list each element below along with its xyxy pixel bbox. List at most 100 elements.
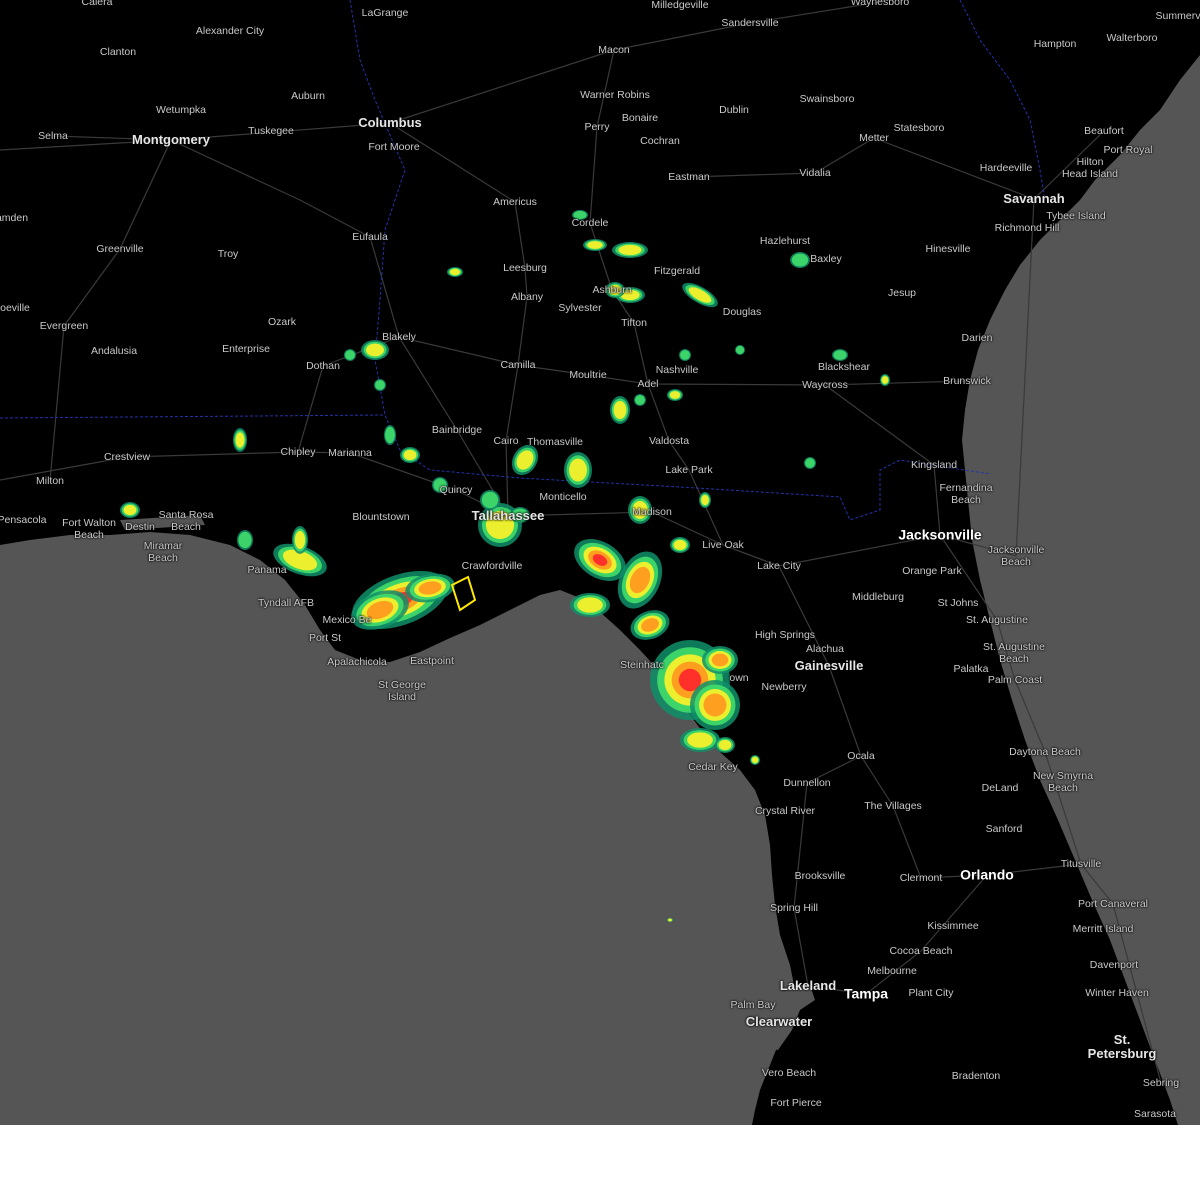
road [297, 365, 324, 453]
city-label: Beaufort [1084, 125, 1124, 137]
city-label: Port St [308, 632, 342, 644]
city-label: Port Canaveral [1077, 898, 1149, 910]
radar-cell [687, 732, 713, 748]
city-label: St George Island [378, 679, 426, 703]
city-label: Cedar Key [688, 761, 738, 773]
radar-cell [791, 253, 809, 267]
city-label: Walterboro [1106, 32, 1158, 44]
city-label: Perry [584, 121, 610, 133]
radar-cell [668, 918, 672, 922]
radar-cell [238, 531, 252, 549]
radar-cell [613, 401, 627, 419]
city-label: Tallahassee [471, 508, 545, 523]
city-label: Bradenton [951, 1070, 1001, 1082]
city-label: Palatka [953, 663, 989, 675]
city-label: Brooksville [794, 870, 846, 882]
radar-cell [635, 395, 645, 405]
radar-cell [680, 350, 690, 360]
city-label: Ashburn [592, 284, 632, 296]
city-label: Troy [217, 248, 239, 260]
city-label: Evergreen [39, 320, 89, 332]
city-label: Greenville [96, 243, 144, 255]
city-label: Kingsland [910, 459, 958, 471]
city-label: Lakeland [779, 978, 837, 993]
city-label: Enterprise [222, 343, 270, 355]
city-label: Hampton [1033, 38, 1077, 50]
city-label: Hilton Head Island [1061, 156, 1119, 180]
radar-cell [751, 756, 759, 764]
warning-polygon[interactable] [450, 575, 477, 612]
city-label: Baxley [810, 253, 842, 265]
city-label: Fort Walton Beach [62, 517, 116, 541]
city-label: Montgomery [132, 132, 210, 147]
radar-cell [669, 391, 681, 399]
city-label: Crawfordville [461, 560, 523, 572]
radar-map[interactable]: Calera LaGrange Milledgeville Waynesboro Sum… [0, 0, 1200, 1125]
city-label: Moultrie [569, 369, 607, 381]
radar-cell [449, 268, 461, 276]
city-label: Columbus [358, 115, 422, 130]
city-label: Statesboro [893, 122, 945, 134]
radar-cell [711, 653, 729, 667]
city-label: High Springs [754, 629, 816, 641]
city-label: Hardeeville [979, 162, 1033, 174]
city-label: Crystal River [754, 805, 816, 817]
city-label: Nashville [655, 364, 699, 376]
city-label: Metter [859, 132, 889, 144]
radar-cell [366, 343, 384, 357]
city-label: Valdosta [648, 435, 690, 447]
city-label: Cochran [640, 135, 680, 147]
city-label: Warner Robins [580, 89, 650, 101]
road [170, 139, 509, 517]
radar-cell [587, 241, 603, 249]
city-label: Tifton [621, 317, 647, 329]
city-label: Hazlehurst [759, 235, 811, 247]
city-label: St. Petersburg [1087, 1032, 1157, 1061]
city-label: Winter Haven [1085, 987, 1149, 999]
city-label: Santa Rosa Beach [158, 509, 214, 533]
city-label: Palm Coast [987, 674, 1043, 686]
radar-cell [345, 350, 355, 360]
radar-cell [403, 449, 417, 461]
radar-cell [569, 458, 587, 482]
city-label: Sandersville [721, 17, 779, 29]
city-label: Live Oak [702, 539, 744, 551]
city-label: Vero Beach [761, 1067, 817, 1079]
city-label: New Smyrna Beach [1032, 770, 1094, 794]
radar-cell [123, 504, 137, 516]
city-label: Blackshear [818, 361, 870, 373]
city-label: Macon [598, 44, 630, 56]
city-label: Crestview [103, 451, 151, 463]
city-label: Daytona Beach [1009, 746, 1081, 758]
state-border [0, 414, 386, 419]
city-label: Vidalia [799, 167, 831, 179]
city-label: Tybee Island [1046, 210, 1106, 222]
city-label: The Villages [864, 800, 922, 812]
footer-blank [0, 1125, 1200, 1200]
city-label: Davenport [1089, 959, 1139, 971]
city-label: Sarasota [1133, 1108, 1177, 1120]
city-label: Merritt Island [1072, 923, 1134, 935]
city-label: Savannah [1003, 191, 1065, 206]
city-label: Port Royal [1103, 144, 1153, 156]
city-label: Marianna [328, 447, 372, 459]
city-label: Orange Park [902, 565, 962, 577]
city-label: Lake City [757, 560, 801, 572]
radar-cell [833, 350, 847, 360]
city-label: Jesup [887, 287, 917, 299]
city-label: Camilla [500, 359, 536, 371]
city-label: Madison [632, 506, 672, 518]
city-label: Adel [637, 378, 659, 390]
city-label: Ozark [267, 316, 297, 328]
city-label: Bainbridge [431, 424, 483, 436]
city-label: Pensacola [0, 514, 47, 526]
city-label: Tampa [843, 985, 889, 1002]
city-label: Douglas [722, 306, 762, 318]
city-label: Clermont [899, 872, 943, 884]
city-label: Quincy [439, 484, 473, 496]
city-label: Jacksonville [898, 526, 982, 543]
city-label: Orlando [960, 866, 1014, 883]
radar-cell [618, 244, 642, 256]
state-borders [0, 0, 1046, 521]
city-label: Sanford [985, 823, 1023, 835]
